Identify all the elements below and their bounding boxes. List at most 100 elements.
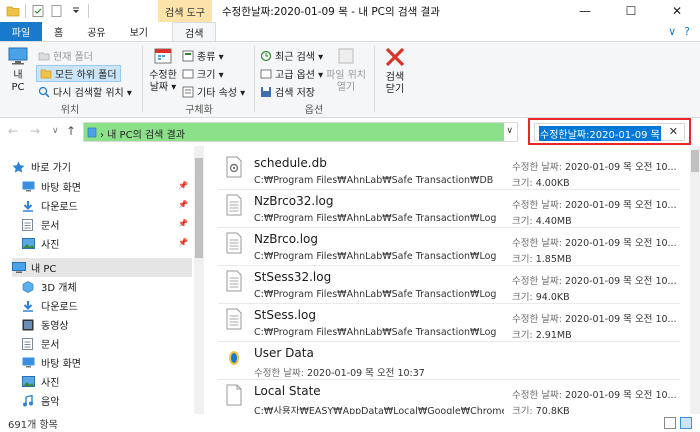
tab-view[interactable]: 보기 <box>118 22 160 41</box>
pin-icon: 📌 <box>178 200 188 209</box>
text-file-icon <box>226 232 242 254</box>
nav-item-label: 사진 <box>41 378 60 389</box>
new-folder-icon[interactable] <box>50 4 64 18</box>
navigation-pane: 바로 가기 바탕 화면 📌 다운로드 📌 문서 📌 사진 📌 내 PC 3D 개… <box>0 146 206 414</box>
nav-item-documents-pinned[interactable]: 문서 📌 <box>22 215 192 234</box>
list-item[interactable]: schedule.db C:₩Program Files₩AhnLab₩Safe… <box>218 152 680 190</box>
current-folder-button[interactable]: 현재 폴더 <box>38 47 93 64</box>
list-item[interactable]: Local State C:₩사용자₩EASY₩AppData₩Local₩Go… <box>218 380 680 414</box>
list-item[interactable]: User Data 수정한 날짜: 2020-01-09 목 오전 10:37 <box>218 342 680 380</box>
advanced-options-button[interactable]: 고급 옵션 ▾ <box>260 65 323 82</box>
size-button[interactable]: 크기 ▾ <box>182 65 224 82</box>
nav-item-3d-objects[interactable]: 3D 개체 <box>22 277 192 296</box>
kind-button[interactable]: 종류 ▾ <box>182 47 224 64</box>
close-window-button[interactable]: ✕ <box>654 0 700 22</box>
tab-home[interactable]: 홈 <box>42 22 75 41</box>
calendar-icon <box>154 48 172 64</box>
back-button[interactable]: ← <box>8 124 18 138</box>
all-subfolders-label: 모든 하위 폴더 <box>55 70 117 81</box>
pin-icon: 📌 <box>178 238 188 247</box>
recent-searches-button[interactable]: 최근 검색 ▾ <box>260 47 323 64</box>
open-file-location-icon <box>338 48 354 64</box>
recent-searches-label: 최근 검색 ▾ <box>275 52 324 63</box>
results-scrollbar[interactable] <box>690 146 700 414</box>
search-input[interactable]: 수정한날짜:2020-01-09 목 ✕ <box>534 123 685 141</box>
save-search-button[interactable]: 검색 저장 <box>260 83 315 100</box>
documents-icon <box>22 337 36 350</box>
all-subfolders-button[interactable]: 모든 하위 폴더 <box>36 65 121 82</box>
search-again-label: 다시 검색할 위치 ▾ <box>53 88 132 99</box>
nav-item-label: 문서 <box>41 221 60 232</box>
open-file-location-button[interactable]: 파일 위치 열기 <box>324 46 368 94</box>
tab-file[interactable]: 파일 <box>0 22 42 41</box>
list-item[interactable]: StSess.log C:₩Program Files₩AhnLab₩Safe … <box>218 304 680 342</box>
nav-item-pictures[interactable]: 사진 <box>22 372 192 391</box>
tab-share[interactable]: 공유 <box>75 22 117 41</box>
properties-icon[interactable] <box>31 4 45 18</box>
content-view-icon[interactable] <box>680 417 692 429</box>
other-properties-label: 기타 속성 ▾ <box>197 88 246 99</box>
tab-search[interactable]: 검색 <box>172 22 217 41</box>
nav-item-downloads[interactable]: 다운로드 <box>22 296 192 315</box>
ribbon-collapse-icon[interactable]: ∨ <box>668 25 676 38</box>
nav-pane-scroll-thumb[interactable] <box>195 158 203 258</box>
3d-objects-icon <box>22 280 36 293</box>
help-icon[interactable]: ? <box>684 25 690 38</box>
minimize-button[interactable]: — <box>562 0 608 22</box>
customize-qat-icon[interactable] <box>69 4 83 18</box>
nav-item-quick-access[interactable]: 바로 가기 <box>12 157 192 176</box>
address-bar[interactable]: › 내 PC의 검색 결과 ∨ <box>83 122 518 142</box>
kind-icon <box>182 50 194 61</box>
this-pc-button[interactable]: 내 PC <box>6 46 30 94</box>
nav-item-desktop[interactable]: 바탕 화면 <box>22 353 192 372</box>
details-view-icon[interactable] <box>664 417 676 429</box>
nav-item-documents[interactable]: 문서 <box>22 334 192 353</box>
pictures-icon <box>22 375 36 388</box>
file-size: 크기: 2.91MB <box>512 330 572 341</box>
nav-item-music[interactable]: 음악 <box>22 391 192 410</box>
folder-icon[interactable] <box>6 4 20 18</box>
ribbon-tabs: 파일 홈 공유 보기 검색 ∨ ? <box>0 22 700 41</box>
date-modified-button[interactable]: 수정한 날짜 ▾ <box>146 46 180 94</box>
list-item[interactable]: StSess32.log C:₩Program Files₩AhnLab₩Saf… <box>218 266 680 304</box>
clear-search-icon[interactable]: ✕ <box>669 125 678 138</box>
pin-icon: 📌 <box>178 181 188 190</box>
date-modified-label: 수정한 날짜 ▾ <box>149 70 177 93</box>
file-path: C:₩Program Files₩AhnLab₩Safe Transaction… <box>254 213 497 224</box>
nav-item-label: 내 PC <box>31 264 57 275</box>
nav-item-pictures-pinned[interactable]: 사진 📌 <box>22 234 192 253</box>
maximize-button[interactable]: ☐ <box>608 0 654 22</box>
file-size: 크기: 4.00KB <box>512 178 570 189</box>
file-size: 크기: 94.0KB <box>512 292 570 303</box>
refine-group-label: 구체화 <box>185 105 213 116</box>
nav-item-videos[interactable]: 동영상 <box>22 315 192 334</box>
desktop-icon <box>22 357 36 369</box>
file-name: User Data <box>254 346 314 360</box>
search-again-button[interactable]: 다시 검색할 위치 ▾ <box>38 83 132 100</box>
nav-item-desktop-pinned[interactable]: 바탕 화면 📌 <box>22 177 192 196</box>
list-item[interactable]: NzBrco.log C:₩Program Files₩AhnLab₩Safe … <box>218 228 680 266</box>
close-search-button[interactable]: 검색 닫기 <box>378 46 412 96</box>
properties-icon <box>182 86 194 97</box>
location-group: 내 PC 현재 폴더 모든 하위 폴더 다시 검색할 위치 ▾ 위치 <box>0 42 140 118</box>
search-results-icon <box>87 127 97 138</box>
nav-pane-scrollbar[interactable] <box>194 146 204 414</box>
other-properties-button[interactable]: 기타 속성 ▾ <box>182 83 245 100</box>
results-scroll-thumb[interactable] <box>691 150 699 172</box>
address-text: › 내 PC의 검색 결과 <box>100 130 185 141</box>
recent-locations-button[interactable]: ∨ <box>52 126 59 136</box>
nav-item-downloads-pinned[interactable]: 다운로드 📌 <box>22 196 192 215</box>
nav-item-this-pc[interactable]: 내 PC <box>12 258 192 277</box>
list-item[interactable]: NzBrco32.log C:₩Program Files₩AhnLab₩Saf… <box>218 190 680 228</box>
nav-item-label: 3D 개체 <box>41 283 77 294</box>
file-size: 크기: 1.85MB <box>512 254 572 265</box>
forward-button[interactable]: → <box>30 124 40 138</box>
search-again-icon <box>38 86 50 97</box>
item-count: 691개 항목 <box>8 419 58 431</box>
save-search-label: 검색 저장 <box>275 88 315 99</box>
options-group: 최근 검색 ▾ 고급 옵션 ▾ 검색 저장 파일 위치 열기 옵션 <box>256 42 372 118</box>
address-dropdown-icon[interactable]: ∨ <box>506 126 513 136</box>
pin-icon: 📌 <box>178 219 188 228</box>
file-name: StSess32.log <box>254 270 332 284</box>
up-button[interactable]: ↑ <box>66 124 76 138</box>
